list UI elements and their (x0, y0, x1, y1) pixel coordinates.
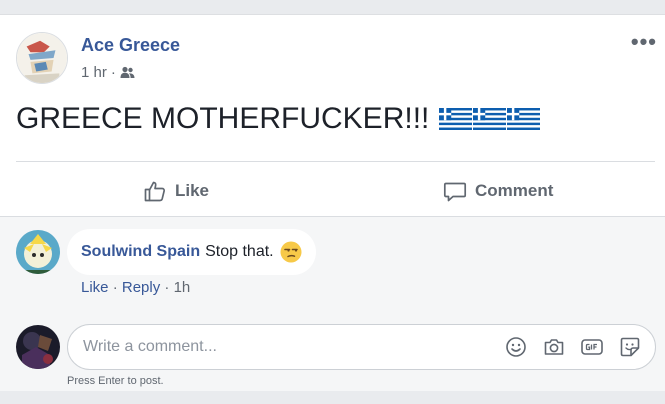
commenter-avatar[interactable] (16, 230, 60, 274)
comment-label: Comment (475, 181, 554, 200)
greece-flag-icon (507, 108, 541, 130)
post-author-name[interactable]: Ace Greece (81, 35, 180, 56)
comment-bubble: Soulwind Spain Stop that. (67, 229, 316, 275)
emoji-icon[interactable] (503, 334, 529, 360)
friends-icon (120, 66, 135, 79)
like-label: Like (175, 181, 210, 200)
more-options-button[interactable]: ••• (631, 31, 657, 53)
post-author-avatar[interactable] (16, 32, 68, 84)
separator: · (164, 279, 170, 296)
comment-time[interactable]: 1h (174, 279, 191, 296)
avatar-image-icon (17, 33, 67, 83)
gif-icon[interactable] (579, 334, 605, 360)
comment-text: Stop that. (205, 243, 274, 260)
greece-flag-icon (473, 108, 507, 130)
flag-emojis (439, 107, 541, 131)
comment-button[interactable]: Comment (443, 173, 553, 209)
comment-input[interactable] (83, 325, 483, 369)
speech-bubble-icon (443, 179, 467, 203)
post-text: GREECE MOTHERFUCKER!!! (16, 102, 430, 135)
comment-like-link[interactable]: Like (81, 279, 109, 296)
current-user-avatar[interactable] (16, 325, 60, 369)
post-time[interactable]: 1 hr (81, 64, 107, 81)
comments-section: Soulwind Spain Stop that. Like · Reply ·… (0, 216, 665, 391)
avatar-image-icon (16, 230, 60, 274)
comment-author[interactable]: Soulwind Spain (81, 243, 200, 261)
comment-actions: Like · Reply · 1h (81, 279, 190, 296)
comment-composer (67, 324, 656, 370)
post-meta: 1 hr · (81, 64, 135, 81)
avatar-image-icon (16, 325, 60, 369)
post-card: Ace Greece 1 hr · ••• GREECE MOTHERFUCKE… (0, 14, 665, 391)
post-body: GREECE MOTHERFUCKER!!! (16, 102, 541, 136)
actions-divider (16, 161, 655, 162)
camera-icon[interactable] (541, 334, 567, 360)
thumbs-up-icon (143, 179, 167, 203)
sticker-icon[interactable] (617, 334, 643, 360)
post-hint: Press Enter to post. (67, 375, 164, 387)
separator: · (112, 279, 118, 296)
meta-separator: · (110, 64, 116, 81)
composer-icons (503, 334, 643, 360)
comment-reply-link[interactable]: Reply (122, 279, 160, 296)
like-button[interactable]: Like (143, 173, 209, 209)
unamused-face-icon (280, 241, 302, 263)
greece-flag-icon (439, 108, 473, 130)
